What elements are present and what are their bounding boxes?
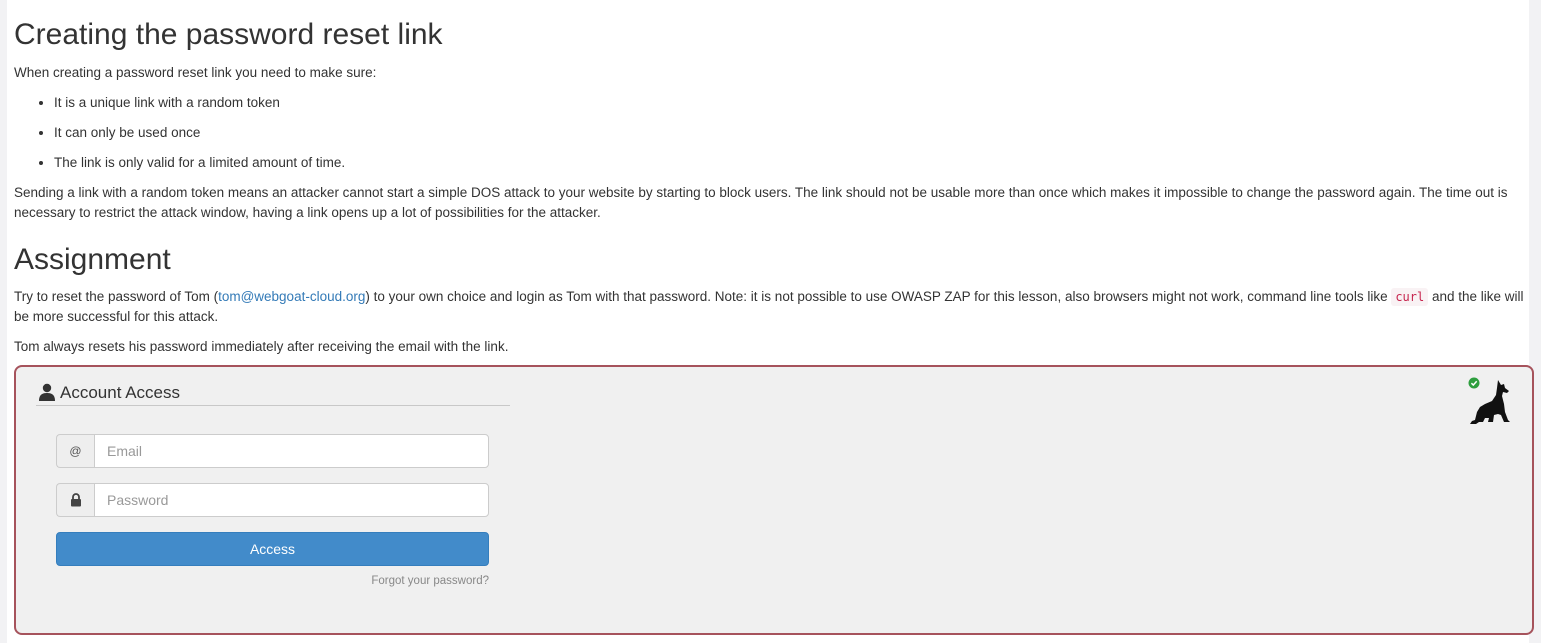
lesson-content: Creating the password reset link When cr… (14, 0, 1537, 357)
user-icon (39, 383, 55, 401)
forgot-password-row: Forgot your password? (56, 575, 489, 587)
curl-code: curl (1391, 288, 1429, 306)
wolf-icon (1468, 377, 1510, 424)
list-item: The link is only valid for a limited amo… (54, 153, 1537, 173)
check-circle-icon (1468, 377, 1480, 389)
email-input-group: @ (56, 434, 489, 468)
access-button[interactable]: Access (56, 532, 489, 566)
assignment-text-start: Try to reset the password of Tom ( (14, 289, 219, 304)
account-access-title: Account Access (60, 383, 181, 402)
forgot-password-link[interactable]: Forgot your password? (371, 575, 489, 587)
left-margin-strip (0, 0, 7, 643)
lock-icon (56, 483, 94, 517)
lesson-explanation: Sending a link with a random token means… (14, 185, 1508, 220)
password-field[interactable] (94, 483, 489, 517)
assignment-note: Tom always resets his password immediate… (14, 339, 509, 354)
assignment-heading: Assignment (14, 243, 171, 276)
list-item: It is a unique link with a random token (54, 93, 1537, 113)
password-input-group (56, 483, 489, 517)
list-item: It can only be used once (54, 123, 1537, 143)
account-access-panel: Account Access @ Access Forgot your pass… (14, 365, 1534, 635)
account-access-legend: Account Access (36, 381, 510, 406)
login-form: @ Access Forgot your password? (56, 434, 489, 587)
lesson-intro: When creating a password reset link you … (14, 65, 377, 80)
assignment-text-middle: ) to your own choice and login as Tom wi… (365, 289, 1392, 304)
at-sign-icon: @ (56, 434, 94, 468)
email-field[interactable] (94, 434, 489, 468)
lesson-title: Creating the password reset link (14, 18, 443, 51)
assignment-text: Try to reset the password of Tom (tom@we… (14, 287, 1537, 327)
rules-list: It is a unique link with a random token … (14, 93, 1537, 173)
tom-email-link[interactable]: tom@webgoat-cloud.org (218, 289, 365, 304)
